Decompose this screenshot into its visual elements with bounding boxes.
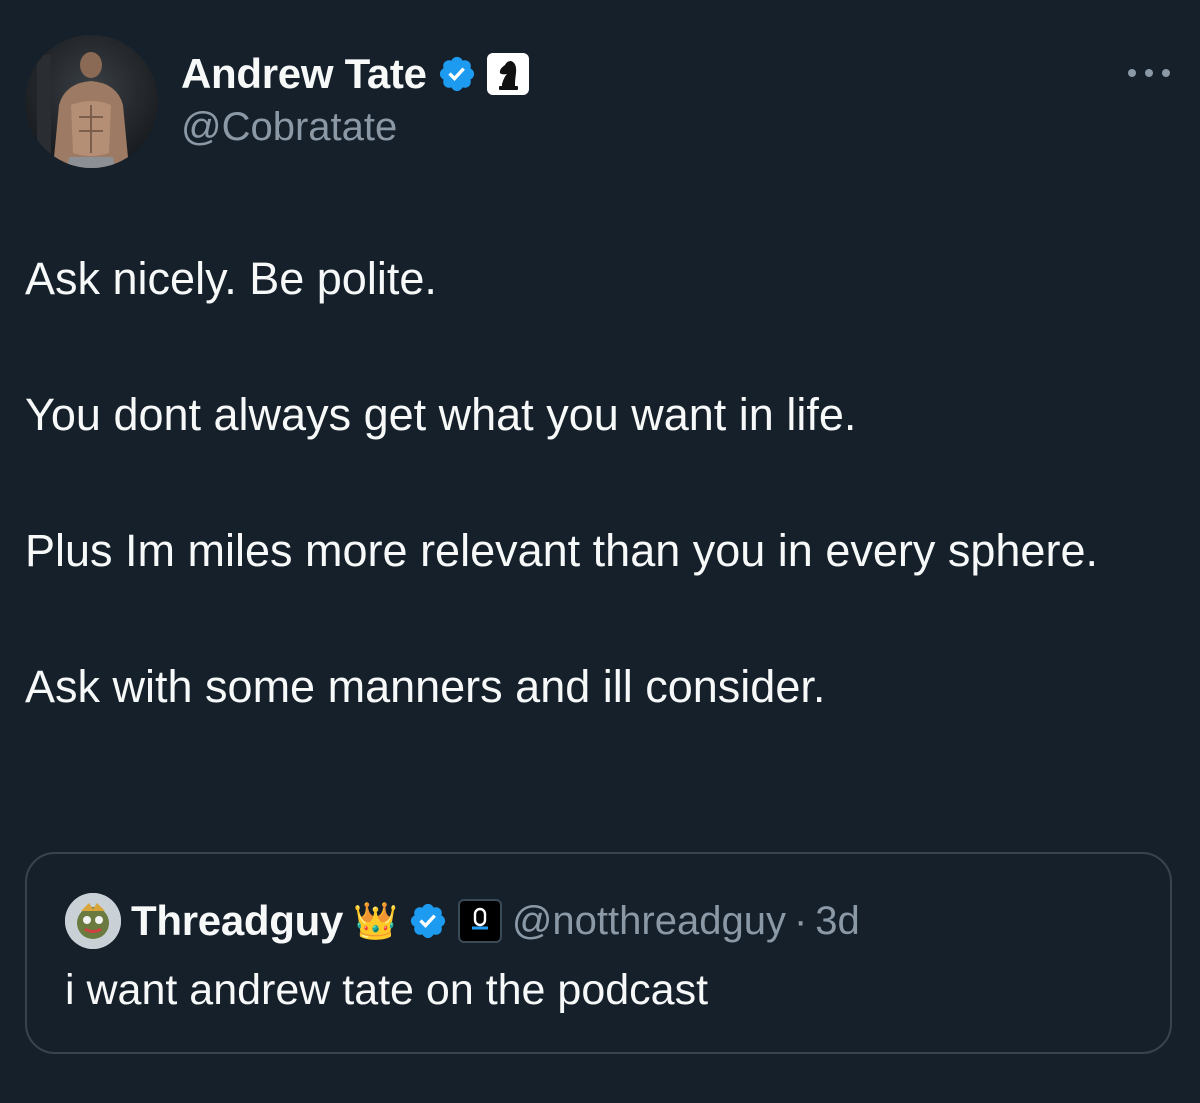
author-name-row: Andrew Tate xyxy=(181,48,529,100)
tweet-paragraph: Ask with some manners and ill consider. xyxy=(25,661,826,712)
more-dot-icon xyxy=(1162,69,1170,77)
quoted-timestamp[interactable]: 3d xyxy=(815,899,860,944)
tweet-paragraph: Plus Im miles more relevant than you in … xyxy=(25,525,1098,576)
more-options-button[interactable] xyxy=(1128,58,1170,88)
quoted-author-avatar[interactable] xyxy=(65,893,121,949)
quoted-tweet-header: Threadguy 👑 @notthreadguy · 3d xyxy=(65,892,860,950)
quoted-tweet-text: i want andrew tate on the podcast xyxy=(65,966,709,1014)
more-dot-icon xyxy=(1145,69,1153,77)
microphone-icon[interactable] xyxy=(457,899,502,943)
more-dot-icon xyxy=(1128,69,1136,77)
author-display-name[interactable]: Andrew Tate xyxy=(181,50,427,98)
crown-emoji-icon: 👑 xyxy=(353,900,398,941)
separator-dot: · xyxy=(793,898,808,943)
quoted-display-name[interactable]: Threadguy xyxy=(131,897,343,945)
quoted-handle[interactable]: @notthreadguy xyxy=(512,899,786,944)
author-handle[interactable]: @Cobratate xyxy=(181,105,397,150)
tweet-paragraph: Ask nicely. Be polite. xyxy=(25,253,437,304)
verified-badge-icon xyxy=(439,56,474,92)
tweet-text: Ask nicely. Be polite. You dont always g… xyxy=(25,245,1165,721)
author-avatar[interactable] xyxy=(25,35,158,168)
tweet-paragraph: You dont always get what you want in lif… xyxy=(25,389,857,440)
verified-badge-icon xyxy=(410,903,445,939)
chess-knight-icon[interactable] xyxy=(486,53,529,95)
quoted-tweet-card[interactable]: Threadguy 👑 @notthreadguy · 3d i want an… xyxy=(25,852,1172,1054)
